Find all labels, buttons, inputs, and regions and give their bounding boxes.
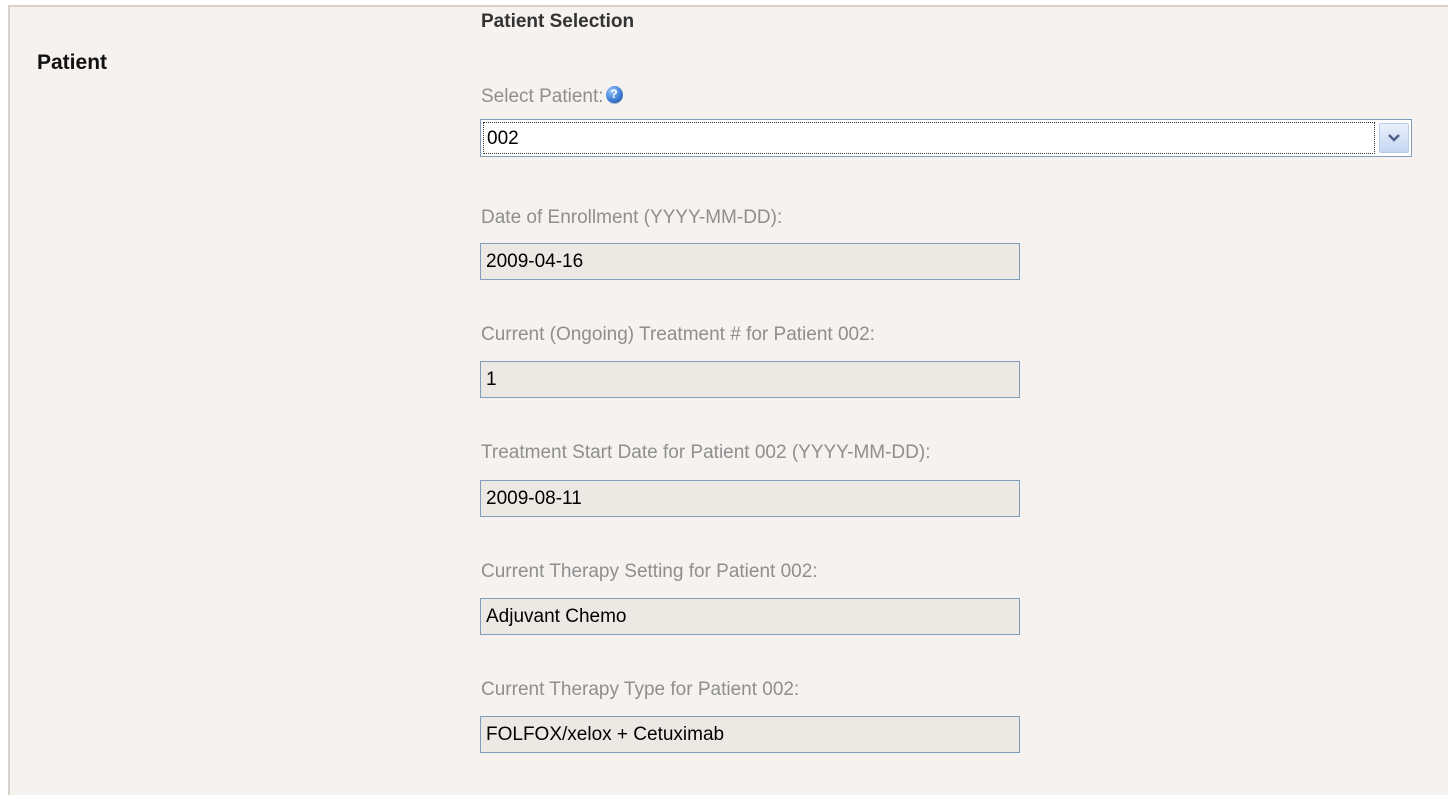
treatment-number-label: Current (Ongoing) Treatment # for Patien… bbox=[481, 324, 875, 345]
enrollment-date-field[interactable]: 2009-04-16 bbox=[480, 243, 1020, 280]
patient-select[interactable]: 002 bbox=[480, 119, 1412, 157]
section-label: Patient bbox=[37, 51, 108, 74]
enrollment-date-label: Date of Enrollment (YYYY-MM-DD): bbox=[481, 207, 783, 228]
treatment-number-field[interactable]: 1 bbox=[480, 361, 1020, 398]
treatment-start-date-label: Treatment Start Date for Patient 002 (YY… bbox=[481, 442, 931, 463]
select-patient-label: Select Patient:? bbox=[481, 85, 623, 108]
therapy-setting-field[interactable]: Adjuvant Chemo bbox=[480, 598, 1020, 635]
therapy-type-label: Current Therapy Type for Patient 002: bbox=[481, 679, 800, 700]
select-patient-label-text: Select Patient: bbox=[481, 86, 604, 107]
section-heading: Patient Selection bbox=[481, 11, 635, 32]
help-icon[interactable]: ? bbox=[605, 85, 623, 104]
therapy-setting-label: Current Therapy Setting for Patient 002: bbox=[481, 561, 818, 582]
chevron-down-icon[interactable] bbox=[1379, 123, 1409, 153]
treatment-start-date-field[interactable]: 2009-08-11 bbox=[480, 480, 1020, 517]
patient-select-value: 002 bbox=[483, 122, 1375, 154]
therapy-type-field[interactable]: FOLFOX/xelox + Cetuximab bbox=[480, 716, 1020, 753]
